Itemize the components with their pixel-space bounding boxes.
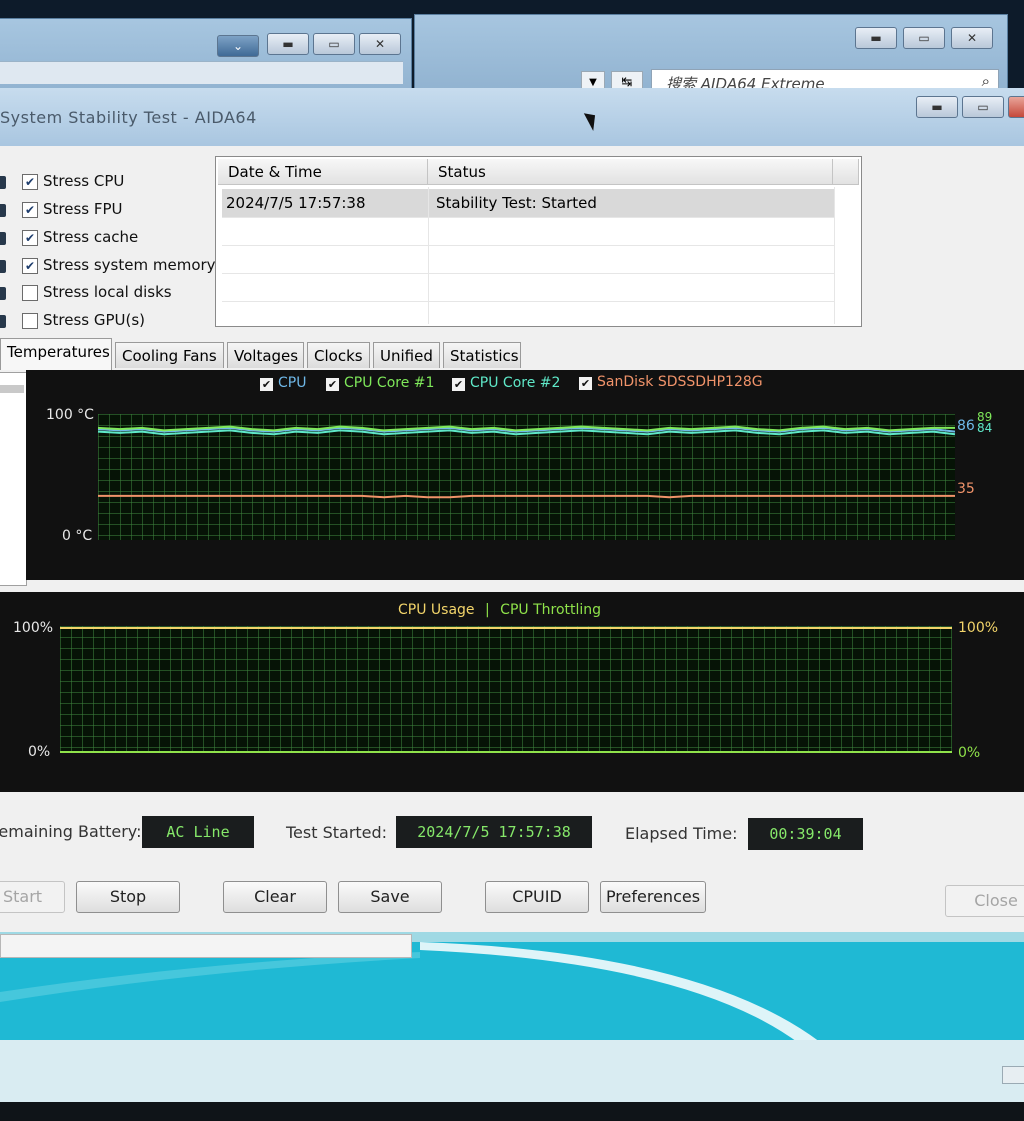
y-axis-min-label: 0 °C xyxy=(62,528,93,544)
stop-button[interactable]: Stop xyxy=(76,881,180,913)
tab-statistics[interactable]: Statistics xyxy=(443,342,521,368)
preferences-button[interactable]: Preferences xyxy=(600,881,706,913)
y-axis-max-label: 100 °C xyxy=(46,407,94,423)
stress-option-label: Stress CPU xyxy=(43,172,125,190)
maximize-button-bg-right[interactable]: ▭ xyxy=(903,27,945,49)
stress-option-row[interactable]: ✔ Stress cache xyxy=(0,226,210,252)
temperature-graph: ✔ CPU ✔ CPU Core #1 ✔ CPU Core #2 ✔ SanDisk … xyxy=(26,370,1024,580)
minimize-button-bg-left[interactable]: ⌄ xyxy=(217,35,259,57)
usage-right-max: 100% xyxy=(958,620,999,636)
cpuid-button[interactable]: CPUID xyxy=(485,881,589,913)
minimize-button[interactable]: ▬ xyxy=(267,33,309,55)
log-table: Date & Time Status 2024/7/5 17:57:38 Sta… xyxy=(215,156,862,327)
maximize-button-main[interactable]: ▭ xyxy=(962,96,1004,118)
legend-core1[interactable]: ✔ CPU Core #1 xyxy=(326,375,434,391)
column-header-status[interactable]: Status xyxy=(428,159,833,185)
row-date: 2024/7/5 17:57:38 xyxy=(226,194,366,212)
sensor-list-panel[interactable] xyxy=(0,372,27,586)
legend-cpu-label: CPU xyxy=(278,375,307,391)
end-value-cpu: 86 xyxy=(957,418,975,434)
stress-option-checkbox[interactable] xyxy=(22,285,38,301)
legend-cpu[interactable]: ✔ CPU xyxy=(260,375,306,391)
usage-left-min: 0% xyxy=(28,744,51,760)
temperature-graph-lines xyxy=(97,425,956,499)
legend-separator: | xyxy=(485,602,490,618)
legend-core2-checkbox[interactable]: ✔ xyxy=(452,378,465,391)
device-icon xyxy=(0,315,6,328)
legend-core2[interactable]: ✔ CPU Core #2 xyxy=(452,375,560,391)
end-value-core2: 84 xyxy=(977,421,993,435)
clear-button[interactable]: Clear xyxy=(223,881,327,913)
minimize-button-bg-right[interactable]: ▬ xyxy=(855,27,897,49)
maximize-button[interactable]: ▭ xyxy=(313,33,355,55)
tab-temperatures[interactable]: Temperatures xyxy=(0,338,112,370)
legend-core1-label: CPU Core #1 xyxy=(344,375,435,391)
close-button[interactable]: Close xyxy=(945,885,1024,917)
cpu-usage-graph: CPU Usage | CPU Throttling 100% 0% 100% … xyxy=(0,592,1024,792)
legend-sandisk-checkbox[interactable]: ✔ xyxy=(579,377,592,390)
mouse-cursor-icon xyxy=(583,109,602,131)
start-button[interactable]: Start xyxy=(0,881,65,913)
stress-option-label: Stress local disks xyxy=(43,283,172,301)
stress-option-row[interactable]: Stress local disks xyxy=(0,281,210,307)
close-button-bg-left[interactable]: ✕ xyxy=(359,33,401,55)
legend-core2-label: CPU Core #2 xyxy=(470,375,561,391)
column-header-filler xyxy=(833,159,859,185)
background-window-right: ▬ ▭ ✕ ▼ ↹ 搜索 AIDA64 Extreme ⌕ xyxy=(414,14,1008,98)
stability-test-window: System Stability Test - AIDA64 ▬ ▭ ✕ ✔ St… xyxy=(0,88,1024,938)
title-bar: System Stability Test - AIDA64 ▬ ▭ ✕ xyxy=(0,88,1024,146)
legend-sandisk-label: SanDisk SDSSDHP128G xyxy=(597,374,763,390)
table-row[interactable]: 2024/7/5 17:57:38 Stability Test: Starte… xyxy=(222,189,834,217)
stress-option-row[interactable]: ✔ Stress FPU xyxy=(0,198,210,224)
tab-unified[interactable]: Unified xyxy=(373,342,440,368)
stress-option-label: Stress system memory xyxy=(43,256,216,274)
device-icon xyxy=(0,260,6,273)
stress-option-row[interactable]: ✔ Stress CPU xyxy=(0,170,210,196)
row-status: Stability Test: Started xyxy=(436,194,597,212)
legend-cpu-checkbox[interactable]: ✔ xyxy=(260,378,273,391)
legend-sandisk[interactable]: ✔ SanDisk SDSSDHP128G xyxy=(579,374,763,390)
legend-cpu-throttling: CPU Throttling xyxy=(500,602,602,618)
device-icon xyxy=(0,232,6,245)
test-started-value: 2024/7/5 17:57:38 xyxy=(396,816,592,848)
usage-right-min: 0% xyxy=(958,745,981,761)
usage-legend: CPU Usage | CPU Throttling xyxy=(398,602,601,618)
stress-option-checkbox[interactable]: ✔ xyxy=(22,258,38,274)
stress-option-checkbox[interactable]: ✔ xyxy=(22,174,38,190)
close-button-bg-right[interactable]: ✕ xyxy=(951,27,993,49)
tab-clocks[interactable]: Clocks xyxy=(307,342,370,368)
stress-option-checkbox[interactable]: ✔ xyxy=(22,202,38,218)
save-button[interactable]: Save xyxy=(338,881,442,913)
stress-option-label: Stress FPU xyxy=(43,200,123,218)
taskbar-icon[interactable] xyxy=(1002,1066,1024,1084)
series-line-sandisk xyxy=(98,494,955,499)
tab-cooling-fans[interactable]: Cooling Fans xyxy=(115,342,224,368)
column-header-date[interactable]: Date & Time xyxy=(218,159,428,185)
usage-left-max: 100% xyxy=(13,620,54,636)
tab-voltages[interactable]: Voltages xyxy=(227,342,304,368)
minimize-button-main[interactable]: ▬ xyxy=(916,96,958,118)
test-started-label: Test Started: xyxy=(286,823,388,842)
stress-option-label: Stress GPU(s) xyxy=(43,311,146,329)
close-button-main[interactable]: ✕ xyxy=(1008,96,1024,118)
device-icon xyxy=(0,287,6,300)
desktop-wallpaper xyxy=(0,932,1024,1121)
cpu-usage-graph-lines xyxy=(60,627,952,753)
end-value-sandisk: 35 xyxy=(957,481,975,497)
legend-cpu-usage: CPU Usage xyxy=(398,602,475,618)
battery-label: Remaining Battery: xyxy=(0,822,142,841)
stress-option-row[interactable]: Stress GPU(s) xyxy=(0,309,210,335)
legend-core1-checkbox[interactable]: ✔ xyxy=(326,378,339,391)
device-icon xyxy=(0,204,6,217)
background-window-strip xyxy=(0,934,412,958)
window-title: System Stability Test - AIDA64 xyxy=(0,108,257,127)
battery-value: AC Line xyxy=(142,816,254,848)
stress-option-checkbox[interactable] xyxy=(22,313,38,329)
elapsed-time-value: 00:39:04 xyxy=(748,818,863,850)
elapsed-time-label: Elapsed Time: xyxy=(625,824,738,843)
device-icon xyxy=(0,176,6,189)
stress-option-row[interactable]: ✔ Stress system memory xyxy=(0,254,216,280)
stress-option-label: Stress cache xyxy=(43,228,139,246)
stress-option-checkbox[interactable]: ✔ xyxy=(22,230,38,246)
